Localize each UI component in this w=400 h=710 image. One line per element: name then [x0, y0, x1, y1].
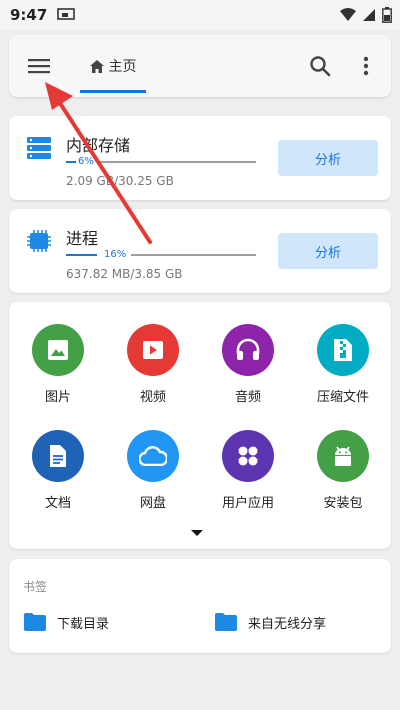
category-audio-badge [222, 324, 274, 376]
status-time: 9:47 [10, 6, 48, 24]
bookmarks-title: 书签 [23, 580, 48, 594]
category-images[interactable]: 图片 [13, 324, 103, 414]
category-video-badge [127, 324, 179, 376]
bookmark-downloads-label: 下载目录 [57, 616, 110, 632]
signal-icon [363, 9, 375, 21]
storage-progress-bar: 6% [66, 156, 256, 168]
search-icon[interactable] [308, 54, 332, 78]
category-documents-badge [32, 430, 84, 482]
storage-icon [27, 137, 51, 159]
image-icon [48, 340, 68, 360]
process-card[interactable]: 进程 16% 637.82 MB/3.85 GB 分析 [9, 209, 391, 293]
category-archives-badge [317, 324, 369, 376]
category-archives-label: 压缩文件 [316, 390, 369, 405]
expand-arrow-icon[interactable] [191, 530, 203, 536]
category-cloud-badge [127, 430, 179, 482]
cloud-icon [139, 446, 167, 466]
storage-analyze-button[interactable]: 分析 [278, 140, 378, 176]
wifi-icon [340, 8, 356, 21]
headphones-icon [236, 338, 260, 360]
chip-icon [27, 230, 51, 252]
process-progress-track [131, 254, 256, 256]
category-video-label: 视频 [139, 390, 166, 405]
category-images-label: 图片 [44, 390, 71, 405]
storage-title: 内部存储 [66, 136, 131, 155]
status-bar: 9:47 [0, 0, 400, 30]
process-analyze-button[interactable]: 分析 [278, 233, 378, 269]
category-apk-label: 安装包 [323, 496, 363, 511]
archive-icon [334, 339, 352, 361]
storage-percent: 6% [76, 156, 96, 168]
category-audio[interactable]: 音频 [203, 324, 293, 414]
storage-card[interactable]: 内部存储 6% 2.09 GB/30.25 GB 分析 [9, 116, 391, 200]
category-archives[interactable]: 压缩文件 [298, 324, 388, 414]
tab-home[interactable]: 主页 [80, 35, 146, 97]
more-vert-icon[interactable] [354, 54, 378, 78]
tab-indicator [80, 90, 146, 93]
category-images-badge [32, 324, 84, 376]
category-cloud[interactable]: 网盘 [108, 430, 198, 520]
process-usage: 637.82 MB/3.85 GB [66, 267, 183, 281]
category-video[interactable]: 视频 [108, 324, 198, 414]
storage-progress-fill [66, 161, 76, 163]
apps-icon [238, 446, 258, 466]
document-icon [50, 445, 66, 467]
battery-icon [382, 7, 392, 23]
category-grid: 图片 视频 音频 压缩文件 文档 网盘 用户应用 安装包 [9, 302, 391, 549]
bookmarks-card: 书签 下载目录 来自无线分享 [9, 559, 391, 653]
category-audio-label: 音频 [234, 390, 261, 405]
category-user-apps-label: 用户应用 [221, 496, 274, 511]
storage-usage: 2.09 GB/30.25 GB [66, 174, 174, 188]
menu-icon[interactable] [27, 54, 51, 78]
category-cloud-label: 网盘 [139, 496, 166, 511]
cast-icon [57, 8, 76, 20]
process-percent: 16% [102, 249, 129, 261]
app-bar: 主页 [9, 35, 391, 97]
process-progress-bar: 16% [66, 249, 256, 261]
process-title: 进程 [66, 229, 99, 248]
tab-home-label: 主页 [108, 59, 137, 75]
video-icon [143, 341, 163, 359]
storage-progress-track [100, 161, 256, 163]
home-icon [89, 59, 104, 73]
bookmark-downloads[interactable]: 下载目录 [23, 611, 109, 633]
category-documents-label: 文档 [44, 496, 71, 511]
bookmark-wireless-share-label: 来自无线分享 [248, 616, 327, 632]
process-progress-fill [66, 254, 97, 256]
category-documents[interactable]: 文档 [13, 430, 103, 520]
folder-icon [24, 613, 46, 631]
category-user-apps[interactable]: 用户应用 [203, 430, 293, 520]
folder-icon [215, 613, 237, 631]
android-icon [335, 446, 351, 466]
category-apk-badge [317, 430, 369, 482]
category-apk[interactable]: 安装包 [298, 430, 388, 520]
status-icons [340, 7, 392, 23]
category-user-apps-badge [222, 430, 274, 482]
bookmark-wireless-share[interactable]: 来自无线分享 [214, 611, 326, 633]
